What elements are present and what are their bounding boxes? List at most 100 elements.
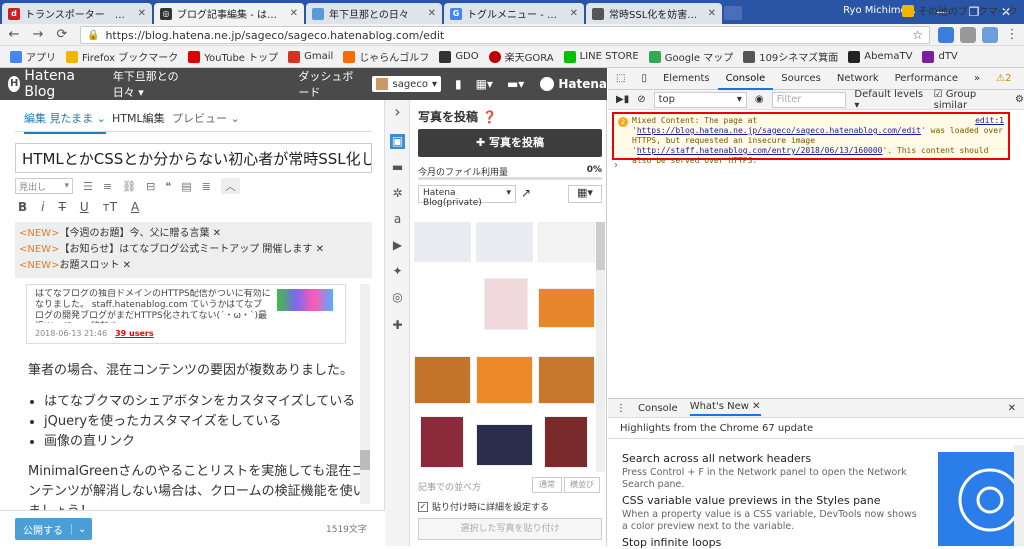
browser-tab-4[interactable]: G トグルメニュー - Google 検索 ✕ (444, 3, 584, 24)
order-normal-button[interactable]: 通常 (532, 477, 562, 493)
tab-sources[interactable]: Sources (773, 68, 829, 90)
page-url-link[interactable]: https://blog.hatena.ne.jp/sageco/sageco.… (637, 126, 921, 135)
url-input[interactable]: 🔒 https://blog.hatena.ne.jp/sageco/sagec… (80, 26, 930, 44)
folder-icon[interactable]: ▬ (390, 160, 405, 175)
blog-selector[interactable]: 年下旦那との日々 ▾ (113, 68, 189, 100)
console-warning-message[interactable]: 2 edit:1 Mixed Content: The page at 'htt… (612, 112, 1010, 165)
close-icon[interactable]: ✕ (290, 8, 298, 19)
help-icon[interactable]: ❓ (482, 110, 497, 124)
tab-performance[interactable]: Performance (887, 68, 966, 90)
filter-input[interactable]: Filter (771, 91, 847, 108)
menu-icon[interactable]: ⋮ (1004, 27, 1020, 43)
dashboard-link[interactable]: ダッシュボード (298, 68, 358, 100)
tab-preview[interactable]: プレビュー ⌄ (172, 110, 240, 126)
bookmark-count[interactable]: 39 users (115, 329, 154, 338)
device-icon[interactable]: ▯ (633, 68, 655, 90)
heading-select[interactable]: 見出し ▾ (15, 178, 73, 194)
bookmark-item[interactable]: Google マップ (648, 49, 733, 64)
notice-item[interactable]: <NEW>【お知らせ】はてなブログ公式ミートアップ 開催します ✕ (19, 242, 368, 258)
bold-icon[interactable]: B (18, 200, 27, 214)
notification-icon[interactable]: ▬▾ (507, 77, 524, 91)
list-item[interactable]: 画像の直リンク (44, 432, 355, 452)
reload-icon[interactable]: ⟳ (54, 27, 70, 43)
whats-new-scrollbar[interactable] (1014, 445, 1024, 546)
list-item[interactable]: はてなブクマのシェアボタンをカスタマイズしている (44, 392, 355, 412)
other-bookmarks[interactable]: その他のブックマーク (902, 3, 1018, 18)
bookmark-item[interactable]: アプリ (10, 49, 56, 64)
star-icon[interactable]: ☆ (912, 28, 923, 42)
photo-thumb[interactable] (476, 356, 533, 404)
tab-html-edit[interactable]: HTML編集 (112, 110, 165, 126)
collapse-icon[interactable]: ︿ (220, 178, 240, 194)
embed-card[interactable]: はてなブログの独自ドメインのHTTPS配信がついに有効になりました。 staff… (26, 284, 346, 344)
context-select[interactable]: top ▾ (653, 91, 747, 108)
console-source-link[interactable]: edit:1 (975, 116, 1004, 126)
notice-item[interactable]: <NEW>【今週のお題】今、父に贈る言葉 ✕ (19, 226, 368, 242)
browser-tab-3[interactable]: 年下旦那との日々 ✕ (306, 3, 442, 24)
bookmark-item[interactable]: YouTube トップ (188, 49, 278, 64)
user-account[interactable]: sageco ▾ (372, 76, 441, 92)
tab-console[interactable]: Console (717, 68, 774, 90)
collapse-icon[interactable]: › (390, 104, 405, 120)
photo-thumb[interactable] (414, 222, 471, 262)
photo-thumb[interactable] (420, 416, 464, 468)
photo-thumb[interactable] (538, 356, 595, 404)
add-icon[interactable]: ✚ (390, 318, 405, 333)
close-icon[interactable]: ✕ (570, 8, 578, 19)
more-icon[interactable]: ⋮ (1019, 68, 1024, 90)
gear-icon[interactable]: ⚙ (1015, 94, 1024, 105)
close-icon[interactable]: ✕ (138, 8, 146, 19)
editor-scrollbar[interactable] (360, 284, 370, 504)
editor-scroll-thumb[interactable] (360, 450, 370, 470)
album-select[interactable]: Hatena Blog(private) ▾ (418, 185, 516, 208)
levels-select[interactable]: Default levels ▾ (854, 89, 925, 111)
paste-photo-button[interactable]: 選択した写真を貼り付け (418, 518, 602, 540)
instagram-icon[interactable]: ◎ (390, 290, 405, 305)
close-drawer-icon[interactable]: ✕ (1008, 403, 1016, 414)
close-icon[interactable]: ✕ (316, 244, 324, 255)
close-icon[interactable]: ✕ (708, 8, 716, 19)
list-icon[interactable]: ☰ (83, 180, 93, 193)
photo-thumb[interactable] (476, 424, 533, 466)
body-paragraph[interactable]: 筆者の場合、混在コンテンツの要因が複数ありました。 (28, 359, 353, 378)
news-heading[interactable]: Search across all network headers (622, 452, 811, 465)
publish-button[interactable]: 公開する ⌄ (15, 518, 93, 540)
bookmark-item[interactable]: dTV (922, 50, 958, 63)
hatena-brand[interactable]: Hatena (540, 77, 607, 91)
post-photo-button[interactable]: ✚ 写真を投稿 (418, 129, 602, 157)
close-icon[interactable]: ✕ (123, 260, 131, 271)
tab-network[interactable]: Network (829, 68, 887, 90)
extension-icon[interactable] (960, 27, 976, 43)
browser-tab-1[interactable]: d トランスポーター ザ・シリーズ ✕ (2, 3, 152, 24)
list-item[interactable]: jQueryを使ったカスタマイズをしている (44, 412, 355, 432)
photo-thumb[interactable] (414, 356, 471, 404)
bookmark-item[interactable]: Gmail (288, 50, 333, 63)
amazon-icon[interactable]: a (390, 212, 405, 227)
extension-icon[interactable] (938, 27, 954, 43)
photo-thumb[interactable] (484, 278, 528, 330)
news-heading[interactable]: Stop infinite loops (622, 536, 721, 549)
ordered-list-icon[interactable]: ≡ (103, 180, 112, 193)
bookmark-item[interactable]: Firefox ブックマーク (66, 49, 178, 64)
group-similar-checkbox[interactable]: ☑ Group similar (934, 89, 1007, 111)
drawer-tab-whats-new[interactable]: What's New ✕ (689, 401, 761, 416)
table-icon[interactable]: ⊟ (146, 180, 155, 193)
notice-item[interactable]: <NEW>お題スロット ✕ (19, 258, 368, 274)
new-tab-button[interactable] (724, 6, 742, 20)
back-icon[interactable]: ← (6, 27, 22, 43)
underline-icon[interactable]: U (80, 200, 89, 214)
browser-tab-5[interactable]: 常時SSL化を妨害する混在 ✕ (586, 3, 722, 24)
download-icon[interactable] (982, 27, 998, 43)
font-size-icon[interactable]: тT (103, 200, 117, 214)
youtube-icon[interactable]: ▶ (390, 238, 405, 253)
external-link-icon[interactable]: ↗ (521, 186, 531, 200)
photo-thumb[interactable] (538, 222, 595, 262)
title-input[interactable]: HTMLとかCSSとか分からない初心者が常時SSL化してみた (15, 143, 372, 173)
grid-menu-icon[interactable]: ▦▾ (476, 77, 493, 91)
bookmark-icon[interactable]: ▮ (455, 77, 462, 91)
photo-thumb[interactable] (476, 222, 533, 262)
grid-view-icon[interactable]: ▦▾ (568, 185, 602, 203)
bookmark-item[interactable]: GDO (439, 50, 479, 63)
more-tabs-icon[interactable]: » (966, 68, 988, 90)
close-icon[interactable]: ✕ (428, 8, 436, 19)
